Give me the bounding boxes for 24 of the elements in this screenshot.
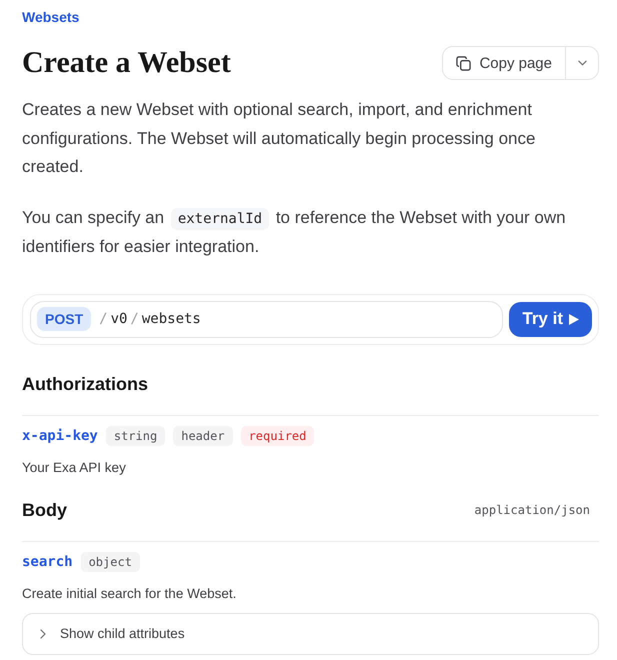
copy-options-button[interactable] bbox=[566, 46, 599, 80]
breadcrumb-link[interactable]: Websets bbox=[22, 8, 80, 26]
chevron-down-icon bbox=[578, 60, 586, 66]
section-heading: Authorizations bbox=[22, 372, 148, 396]
description-paragraph: You can specify an externalId to reference the Webset with your own identifiers for easier integration. bbox=[22, 206, 567, 258]
param-name: x-api-key bbox=[22, 428, 98, 444]
description-paragraph: Creates a new Webset with optional search, import, and enrichment configurations. The Webset will automatically begin processing once created. bbox=[22, 99, 536, 178]
type-badge: string bbox=[106, 426, 166, 446]
section-heading: Body bbox=[22, 498, 67, 522]
copy-icon bbox=[456, 56, 472, 70]
try-it-button[interactable]: Try it bbox=[509, 302, 592, 336]
endpoint-path: / v0 / websets bbox=[99, 311, 201, 327]
play-icon bbox=[569, 314, 579, 324]
method-badge: POST bbox=[37, 307, 92, 331]
param-description: Create initial search for the Webset. bbox=[22, 584, 238, 602]
required-badge: required bbox=[240, 426, 314, 446]
location-badge: header bbox=[173, 426, 233, 446]
content-type-label: application/json bbox=[474, 502, 590, 516]
param-name: search bbox=[22, 554, 73, 570]
child-attributes-toggle[interactable]: Show child attributes bbox=[22, 612, 599, 654]
copy-page-button[interactable]: Copy page bbox=[442, 46, 566, 80]
type-badge: object bbox=[80, 552, 140, 572]
param-description: Your Exa API key bbox=[22, 458, 127, 477]
page-title: Create a Webset bbox=[22, 45, 231, 81]
